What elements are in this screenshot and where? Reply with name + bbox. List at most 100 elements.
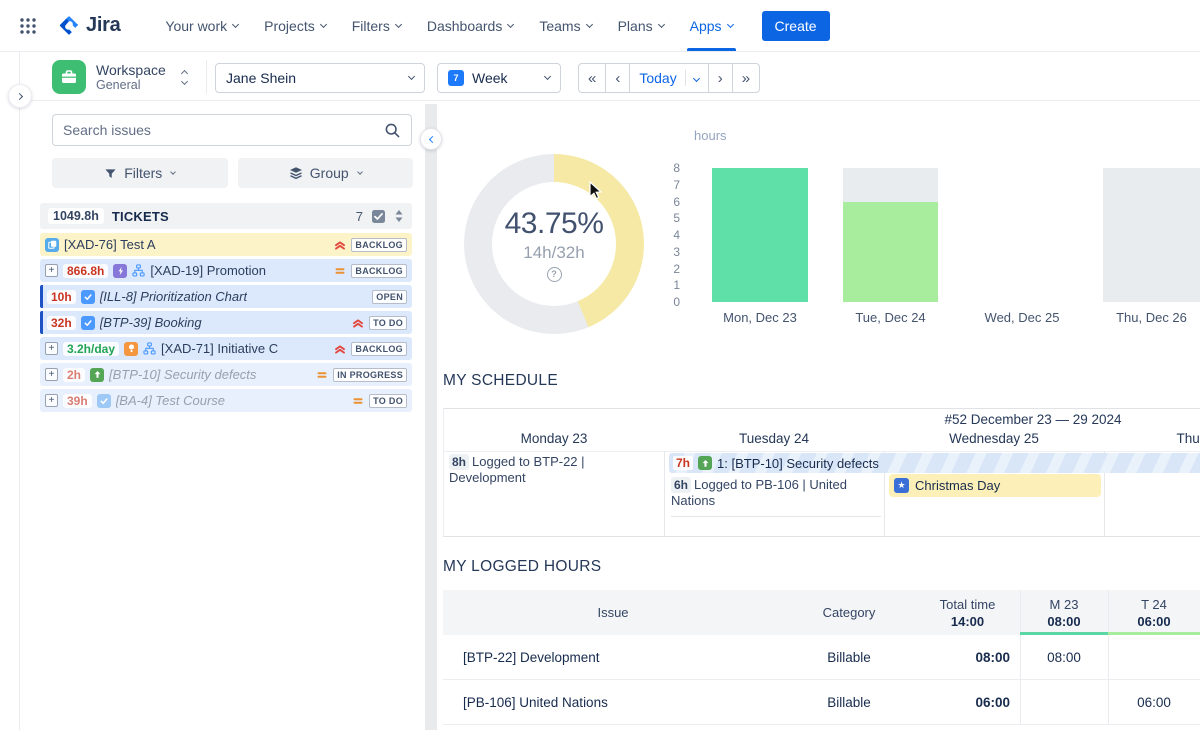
tickets-count: 7: [356, 209, 363, 224]
schedule-day-header: Monday 23: [444, 431, 664, 446]
row-issue: [BTP-22] Development: [443, 650, 783, 665]
forward-button[interactable]: ›: [708, 63, 733, 93]
day2-underline: [1108, 632, 1200, 635]
filters-button[interactable]: Filters: [52, 158, 228, 188]
expand-icon[interactable]: +: [45, 368, 58, 381]
search-input[interactable]: [63, 122, 384, 138]
status-badge: BACKLOG: [351, 238, 407, 252]
fast-backward-button[interactable]: «: [578, 63, 606, 93]
priority-highest-icon: [334, 343, 346, 355]
status-badge: BACKLOG: [351, 342, 407, 356]
mouse-cursor: [589, 181, 604, 202]
capacity-bar[interactable]: [843, 168, 938, 202]
row-day2-value: 06:00: [1108, 695, 1200, 710]
search-icon[interactable]: [384, 122, 401, 139]
tickets-title: TICKETS: [112, 209, 169, 224]
nav-item-filters[interactable]: Filters: [339, 0, 414, 51]
fast-forward-button[interactable]: »: [732, 63, 760, 93]
logged-hours-row[interactable]: [PB-106] United NationsBillable06:0006:0…: [443, 680, 1200, 725]
x-axis-label: Wed, Dec 25: [957, 310, 1087, 325]
column-header-total[interactable]: Total time 14:00: [915, 596, 1020, 630]
expand-left-panel-button[interactable]: [8, 84, 32, 108]
today-button[interactable]: Today: [629, 63, 708, 93]
chevron-down-icon: [320, 20, 327, 27]
utilization-donut-chart[interactable]: 43.75% 14h/32h ?: [464, 154, 644, 334]
nav-item-plans[interactable]: Plans: [605, 0, 677, 51]
logged-hours-bar[interactable]: [712, 168, 808, 302]
user-select[interactable]: Jane Shein: [215, 63, 425, 93]
ticket-row[interactable]: +3.2h/day[XAD-71] Initiative CBACKLOG: [40, 337, 412, 360]
nav-item-apps[interactable]: Apps: [677, 0, 746, 51]
chevron-down-icon: [395, 20, 402, 27]
expand-icon[interactable]: +: [45, 264, 58, 277]
grid-icon: [18, 16, 38, 36]
period-select-value: Week: [472, 70, 508, 86]
jira-logo-icon: [58, 14, 80, 37]
backward-button[interactable]: ‹: [605, 63, 630, 93]
ticket-summary: [XAD-76] Test A: [64, 237, 156, 252]
column-header-day1[interactable]: M 23 08:00: [1020, 596, 1108, 630]
task-icon: [81, 290, 95, 304]
chevron-right-icon: [15, 92, 22, 99]
jira-logo[interactable]: Jira: [52, 14, 126, 37]
nav-item-label: Your work: [165, 18, 227, 34]
chevron-down-icon: [408, 73, 415, 80]
panel-resize-stripe[interactable]: [425, 104, 437, 730]
row-category: Billable: [783, 695, 915, 710]
x-axis-label: Mon, Dec 23: [695, 310, 825, 325]
scheduled-task-bar[interactable]: 7h 1: [BTP-10] Security defects: [669, 453, 1200, 473]
column-header-day2[interactable]: T 24 06:00: [1108, 596, 1200, 630]
y-axis-tick: 4: [656, 227, 680, 243]
status-badge: TO DO: [369, 394, 407, 408]
bolt-icon: [113, 264, 127, 278]
ticket-row[interactable]: +39h[BA-4] Test CourseTO DO: [40, 389, 412, 412]
priority-medium-icon: [316, 369, 328, 381]
layers-icon: [289, 166, 303, 180]
task-hours-badge: 7h: [673, 456, 693, 470]
story-icon: [45, 238, 59, 252]
status-badge: TO DO: [369, 316, 407, 330]
expand-icon[interactable]: +: [45, 342, 58, 355]
nav-item-your-work[interactable]: Your work: [152, 0, 251, 51]
ticket-row[interactable]: +866.8h[XAD-19] PromotionBACKLOG: [40, 259, 412, 282]
tickets-section-header[interactable]: 1049.8h TICKETS 7: [40, 203, 412, 229]
remaining-time-badge: 3.2h/day: [63, 342, 119, 356]
column-header-issue[interactable]: Issue: [443, 604, 783, 621]
holiday-event[interactable]: ★ Christmas Day: [889, 474, 1101, 497]
logged-hours-heading: MY LOGGED HOURS: [443, 558, 601, 576]
app-switcher-icon[interactable]: [14, 16, 42, 36]
y-axis-tick: 7: [656, 177, 680, 193]
logged-work-item[interactable]: 6hLogged to PB-106 | United Nations: [671, 477, 881, 517]
sort-icon[interactable]: [394, 209, 404, 223]
logged-hours-bar[interactable]: [843, 202, 938, 303]
priority-highest-icon: [352, 317, 364, 329]
hierarchy-icon: [132, 264, 145, 277]
logged-work-item[interactable]: 8hLogged to BTP-22 | Development: [449, 454, 661, 486]
column-header-category[interactable]: Category: [783, 604, 915, 621]
ticket-row[interactable]: 10h[ILL-8] Prioritization ChartOPEN: [40, 285, 412, 308]
logged-hours-row[interactable]: [BTP-22] DevelopmentBillable08:0008:00: [443, 635, 1200, 680]
day1-underline: [1020, 632, 1108, 635]
nav-item-projects[interactable]: Projects: [251, 0, 339, 51]
improvement-icon: [90, 368, 104, 382]
workspace-title: Workspace: [96, 62, 166, 78]
idea-icon: [124, 342, 138, 356]
create-button[interactable]: Create: [762, 11, 830, 41]
nav-item-teams[interactable]: Teams: [526, 0, 604, 51]
capacity-bar[interactable]: [1103, 168, 1200, 302]
expand-icon[interactable]: +: [45, 394, 58, 407]
workspace-selector[interactable]: Workspace General: [52, 60, 187, 94]
ticket-row[interactable]: +2h[BTP-10] Security defectsIN PROGRESS: [40, 363, 412, 386]
help-icon[interactable]: ?: [547, 267, 562, 282]
day2-value: 06:00: [1108, 613, 1200, 630]
group-button[interactable]: Group: [238, 158, 414, 188]
select-all-checkbox-icon[interactable]: [371, 209, 386, 224]
chevron-down-icon: [357, 169, 363, 175]
ticket-row[interactable]: [XAD-76] Test A BACKLOG: [40, 233, 412, 256]
collapse-left-panel-button[interactable]: [420, 128, 442, 150]
ticket-row[interactable]: 32h[BTP-39] BookingTO DO: [40, 311, 412, 334]
remaining-time-badge: 39h: [63, 394, 92, 408]
app-screen: Jira Your workProjectsFiltersDashboardsT…: [0, 0, 1200, 730]
period-select[interactable]: 7 Week: [437, 63, 561, 93]
nav-item-dashboards[interactable]: Dashboards: [414, 0, 527, 51]
